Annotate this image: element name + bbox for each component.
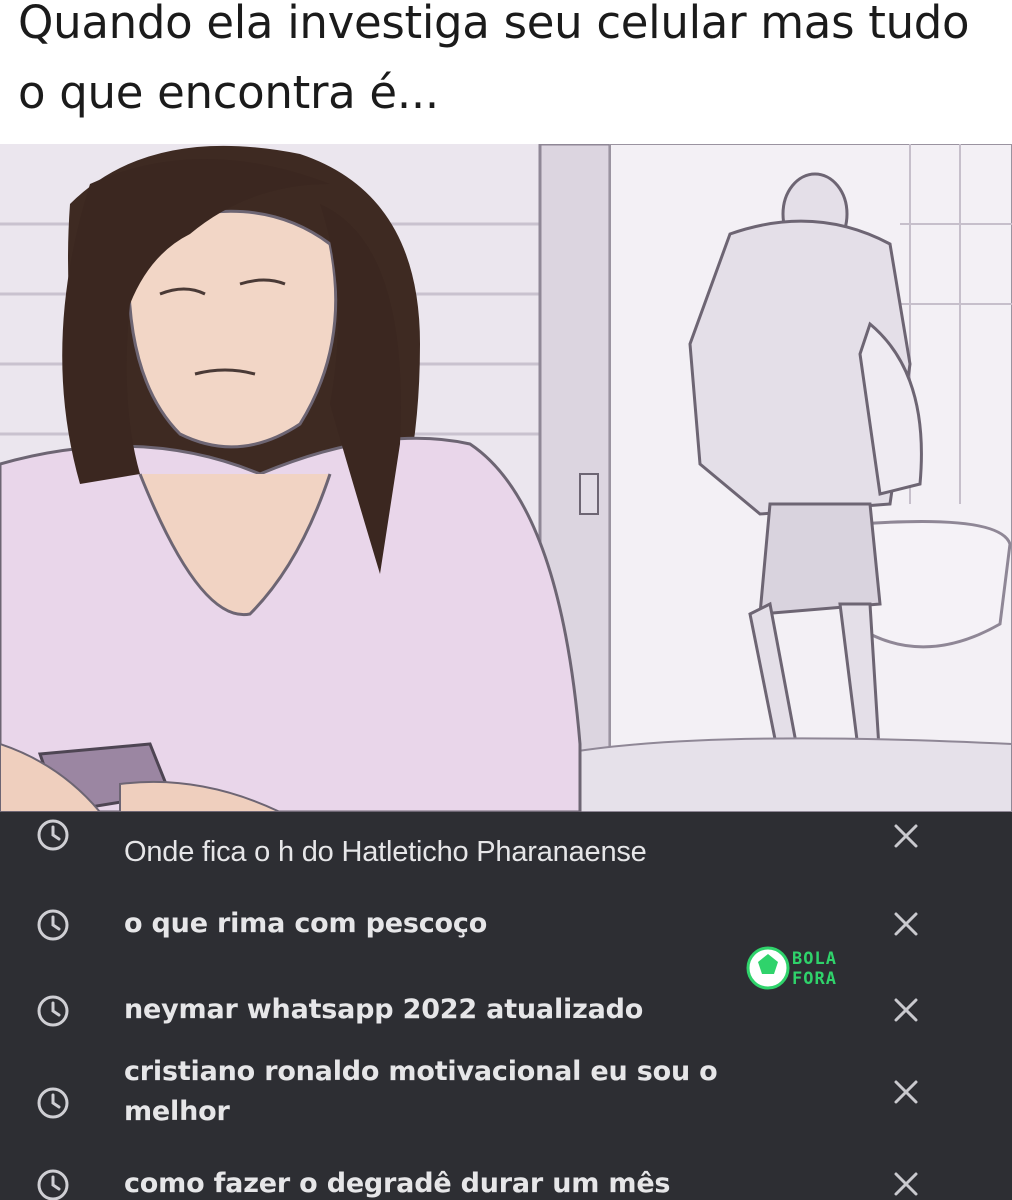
history-item[interactable]: Onde fica o h do Hatleticho Pharanaense [0,812,1012,892]
clock-icon [37,1087,69,1119]
close-icon[interactable] [890,1076,922,1108]
history-item-text: cristiano ronaldo motivacional eu sou o … [124,1056,718,1127]
comic-illustration [0,144,1012,812]
close-icon[interactable] [890,1168,922,1200]
close-icon[interactable] [890,994,922,1026]
clock-icon [37,909,69,941]
close-icon[interactable] [890,820,922,852]
history-item-text: neymar whatsapp 2022 atualizado [124,994,644,1025]
history-item-text: como fazer o degradê durar um mês [124,1168,671,1199]
clock-icon [37,995,69,1027]
history-item-text: Onde fica o h do Hatleticho Pharanaense [124,836,647,868]
svg-text:BOLA: BOLA [792,949,837,969]
clock-icon [37,819,69,851]
close-icon[interactable] [890,908,922,940]
history-item[interactable]: como fazer o degradê durar um mês [0,1158,1012,1200]
search-history-panel: Onde fica o h do Hatleticho Pharanaense … [0,812,1012,1200]
history-item-text: o que rima com pescoço [124,908,488,939]
meme-caption: Quando ela investiga seu celular mas tud… [18,0,970,119]
history-item[interactable]: cristiano ronaldo motivacional eu sou o … [0,1050,1012,1150]
history-item[interactable]: o que rima com pescoço [0,898,1012,978]
clock-icon [37,1169,69,1200]
